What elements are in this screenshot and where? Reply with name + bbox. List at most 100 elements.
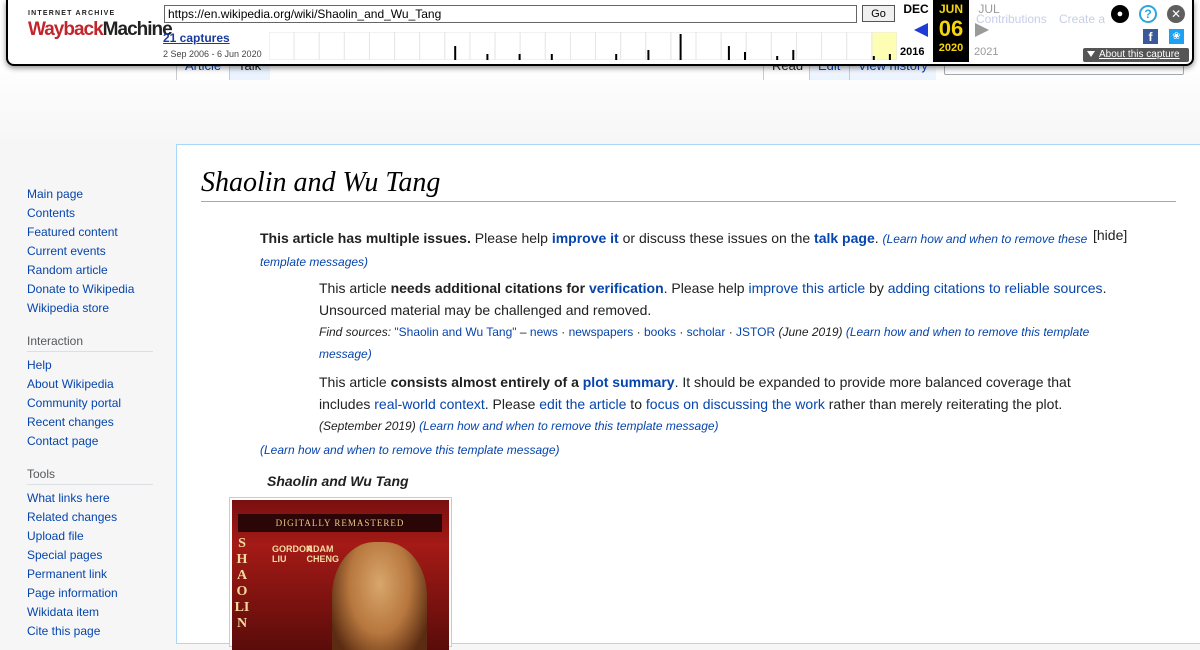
sparkline-year-column[interactable] [821, 32, 848, 60]
sparkline-year-column[interactable] [343, 32, 370, 60]
capture-sparkline[interactable] [269, 32, 897, 60]
sparkline-capture-bar[interactable] [888, 54, 891, 60]
sparkline-year-column[interactable] [419, 32, 446, 60]
sparkline-capture-bar[interactable] [518, 54, 521, 60]
sidebar-item-donate[interactable]: Donate to Wikipedia [27, 280, 176, 299]
sparkline-year-column[interactable] [670, 32, 697, 60]
user-icon[interactable]: ● [1111, 5, 1129, 23]
issue-date: (September 2019) [319, 419, 420, 433]
sparkline-capture-bar[interactable] [486, 54, 489, 60]
sparkline-year-column[interactable] [695, 32, 722, 60]
learn-remove-template-link[interactable]: (Learn how and when to remove this templ… [260, 443, 560, 457]
sidebar-item-current-events[interactable]: Current events [27, 242, 176, 261]
sidebar-item-wikidata-item[interactable]: Wikidata item [27, 603, 176, 622]
logo-machine: Machine [102, 19, 173, 40]
sidebar-item-permanent-link[interactable]: Permanent link [27, 565, 176, 584]
sidebar-item-contact-page[interactable]: Contact page [27, 432, 176, 451]
sparkline-capture-bar[interactable] [615, 54, 618, 60]
next-month[interactable]: JUL [974, 2, 1004, 16]
sidebar-item-upload-file[interactable]: Upload file [27, 527, 176, 546]
sidebar-item-store[interactable]: Wikipedia store [27, 299, 176, 318]
focus-link[interactable]: focus on discussing the work [646, 396, 825, 412]
sidebar-item-cite-this-page[interactable]: Cite this page [27, 622, 176, 641]
sidebar-item-random-article[interactable]: Random article [27, 261, 176, 280]
sidebar-item-featured-content[interactable]: Featured content [27, 223, 176, 242]
captures-link[interactable]: 21 captures [163, 31, 230, 45]
improve-it-link[interactable]: improve it [552, 230, 619, 246]
sparkline-capture-bar[interactable] [727, 46, 730, 60]
sparkline-capture-bar[interactable] [454, 46, 457, 60]
current-month: JUN [938, 2, 963, 16]
source-books-link[interactable]: books [644, 325, 676, 339]
next-year[interactable]: 2021 [974, 46, 998, 58]
edit-article-link[interactable]: edit the article [539, 396, 626, 412]
sparkline-year-column[interactable] [269, 32, 295, 60]
sparkline-year-column[interactable] [469, 32, 496, 60]
sidebar-item-recent-changes[interactable]: Recent changes [27, 413, 176, 432]
sparkline-capture-bar[interactable] [679, 34, 682, 60]
wayback-logo[interactable]: INTERNET ARCHIVE WaybackMachine [28, 10, 173, 50]
sidebar-item-community-portal[interactable]: Community portal [27, 394, 176, 413]
sidebar-item-contents[interactable]: Contents [27, 204, 176, 223]
url-input[interactable] [164, 5, 857, 23]
sidebar-item-help[interactable]: Help [27, 356, 176, 375]
sparkline-year-column[interactable] [494, 32, 521, 60]
sidebar-item-related-changes[interactable]: Related changes [27, 508, 176, 527]
sidebar-item-main-page[interactable]: Main page [27, 185, 176, 204]
talk-page-link[interactable]: talk page [814, 230, 875, 246]
sparkline-year-column[interactable] [444, 32, 471, 60]
sidebar-item-special-pages[interactable]: Special pages [27, 546, 176, 565]
sparkline-capture-bar[interactable] [647, 50, 650, 60]
adding-citations-link[interactable]: adding citations to reliable sources [888, 280, 1103, 296]
sparkline-year-column[interactable] [620, 32, 647, 60]
sparkline-year-column[interactable] [645, 32, 672, 60]
logo-wayback: Wayback [28, 19, 104, 40]
current-capture: JUN 06 2020 [933, 0, 969, 62]
verification-link[interactable]: verification [589, 280, 664, 296]
plot-summary-link[interactable]: plot summary [583, 374, 675, 390]
sparkline-capture-bar[interactable] [792, 50, 795, 60]
sparkline-year-column[interactable] [293, 32, 320, 60]
issue-bold: consists almost entirely of a [390, 374, 583, 390]
next-capture-arrow[interactable] [975, 23, 989, 37]
sidebar-item-what-links-here[interactable]: What links here [27, 489, 176, 508]
sparkline-year-column[interactable] [519, 32, 546, 60]
dvd-cover-image[interactable]: DIGITALLY REMASTERED SHAOLIN GORDON LIU … [229, 497, 452, 650]
improve-article-link[interactable]: improve this article [748, 280, 865, 296]
sparkline-capture-bar[interactable] [776, 56, 779, 60]
sparkline-capture-bar[interactable] [550, 54, 553, 60]
sparkline-year-column[interactable] [720, 32, 747, 60]
real-world-context-link[interactable]: real-world context [374, 396, 485, 412]
prev-month[interactable]: DEC [900, 2, 932, 16]
source-newspapers-link[interactable]: newspapers [569, 325, 634, 339]
go-button[interactable]: Go [862, 5, 895, 22]
sidebar-item-about[interactable]: About Wikipedia [27, 375, 176, 394]
source-title-link[interactable]: "Shaolin and Wu Tang" [394, 325, 516, 339]
hide-toggle[interactable]: [hide] [1093, 227, 1127, 243]
sparkline-year-column[interactable] [569, 32, 597, 60]
about-capture-button[interactable]: About this capture [1083, 48, 1189, 62]
prev-year[interactable]: 2016 [900, 46, 924, 58]
sparkline-year-column[interactable] [745, 32, 772, 60]
sparkline-year-column[interactable] [394, 32, 421, 60]
source-news-link[interactable]: news [530, 325, 558, 339]
sidebar-item-page-information[interactable]: Page information [27, 584, 176, 603]
cover-names: GORDON LIU ADAM CHENG [272, 544, 339, 564]
sparkline-year-column[interactable] [796, 32, 823, 60]
learn-remove-message-link[interactable]: (Learn how and when to remove this templ… [419, 419, 719, 433]
facebook-icon[interactable]: f [1143, 29, 1158, 44]
sparkline-year-column[interactable] [544, 32, 571, 60]
twitter-icon[interactable]: ❀ [1169, 29, 1184, 44]
issue-date-line: (September 2019) (Learn how and when to … [319, 415, 1109, 437]
sparkline-year-column[interactable] [846, 32, 873, 60]
sparkline-capture-bar[interactable] [872, 56, 875, 60]
source-jstor-link[interactable]: JSTOR [736, 325, 775, 339]
sparkline-year-column[interactable] [318, 32, 345, 60]
close-icon[interactable]: ✕ [1167, 5, 1185, 23]
sparkline-capture-bar[interactable] [744, 52, 746, 60]
help-icon[interactable]: ? [1139, 5, 1157, 23]
sparkline-year-column[interactable] [871, 32, 897, 60]
prev-capture-arrow[interactable] [914, 23, 928, 37]
sparkline-year-column[interactable] [368, 32, 396, 60]
source-scholar-link[interactable]: scholar [687, 325, 726, 339]
